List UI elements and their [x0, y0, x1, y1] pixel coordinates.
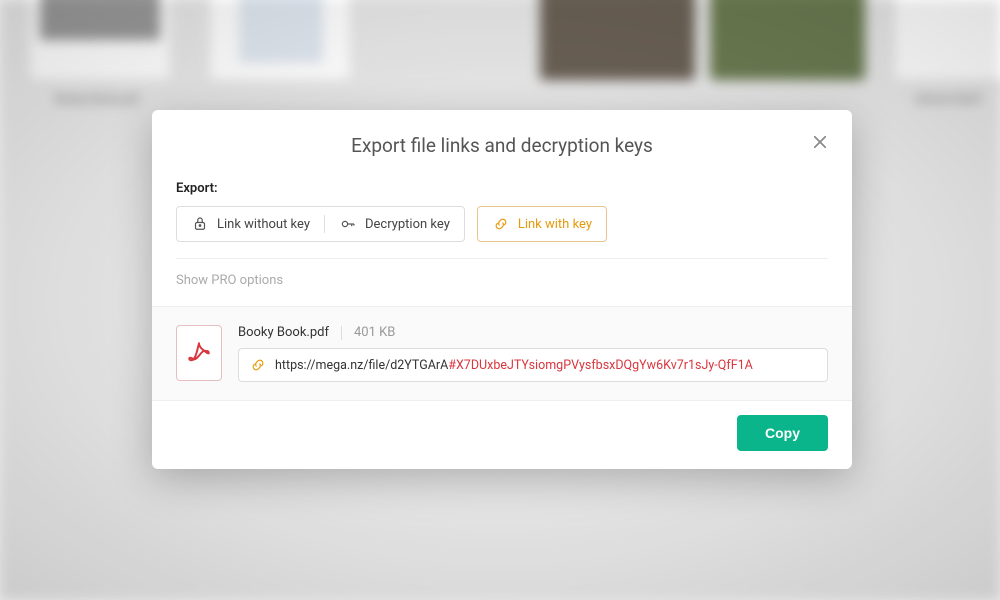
link-key-icon: [492, 215, 510, 233]
pdf-icon: [186, 340, 212, 366]
show-pro-options-link[interactable]: Show PRO options: [176, 259, 828, 306]
key-icon: [339, 215, 357, 233]
file-meta: Booky Book.pdf 401 KB: [238, 325, 828, 340]
copy-button[interactable]: Copy: [737, 415, 828, 451]
dialog-footer: Copy: [152, 401, 852, 469]
link-base: https://mega.nz/file/d2YTGArA: [275, 358, 448, 373]
dialog-header: Export file links and decryption keys: [152, 110, 852, 171]
divider: [341, 326, 342, 340]
option-link-with-key[interactable]: Link with key: [477, 206, 607, 242]
export-label: Export:: [176, 181, 828, 196]
option-label: Decryption key: [365, 217, 450, 232]
option-decryption-key[interactable]: Decryption key: [325, 207, 464, 241]
option-link-without-key[interactable]: Link without key: [177, 207, 324, 241]
close-icon: [811, 133, 829, 151]
file-panel: Booky Book.pdf 401 KB https://mega.nz/fi…: [152, 306, 852, 401]
export-options-row: Link without key Decryption key Link wit…: [176, 206, 828, 242]
close-button[interactable]: [806, 128, 834, 156]
lock-icon: [191, 215, 209, 233]
export-links-dialog: Export file links and decryption keys Ex…: [152, 110, 852, 469]
option-label: Link with key: [518, 217, 592, 232]
share-link-field[interactable]: https://mega.nz/file/d2YTGArA#X7DUxbeJTY…: [238, 348, 828, 382]
file-name: Booky Book.pdf: [238, 325, 329, 340]
link-key-icon: [249, 356, 267, 374]
file-size: 401 KB: [354, 325, 395, 340]
dialog-title: Export file links and decryption keys: [176, 134, 828, 157]
share-link-text: https://mega.nz/file/d2YTGArA#X7DUxbeJTY…: [275, 358, 753, 373]
export-option-group: Link without key Decryption key: [176, 206, 465, 242]
option-label: Link without key: [217, 217, 310, 232]
file-type-icon: [176, 325, 222, 381]
link-key: #X7DUxbeJTYsiomgPVysfbsxDQgYw6Kv7r1sJy-Q…: [448, 358, 753, 373]
